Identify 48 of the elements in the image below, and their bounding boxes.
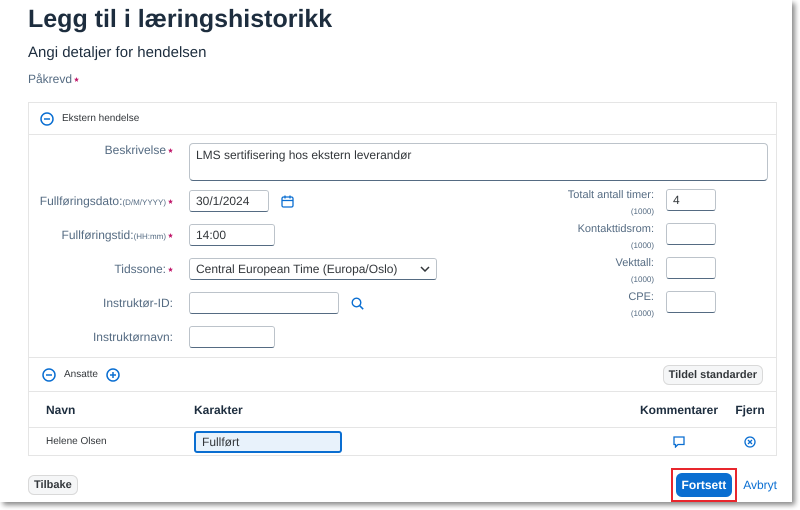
field-label: Instruktør-ID: (102, 296, 173, 310)
input-field[interactable] (666, 291, 716, 313)
collapse-icon[interactable] (42, 368, 56, 382)
timezone-dropdown[interactable]: Central European Time (Europa/Oslo) (189, 258, 437, 280)
column-header: Fjern (734, 402, 766, 416)
field-label: Fullføringstid:(HH:mm) (62, 228, 166, 242)
grade-field[interactable]: Fullført (194, 430, 342, 452)
input-field[interactable] (666, 223, 716, 245)
field-label: CPE: (628, 291, 654, 303)
field-hint: (1000) (630, 207, 654, 216)
field-label: Vekttall: (615, 257, 654, 269)
field-hint: (1000) (630, 275, 654, 284)
field-label: Tidssone: (114, 262, 166, 276)
chevron-down-icon (420, 266, 430, 272)
input-field[interactable]: 14:00 (189, 224, 275, 246)
required-note: Påkrevd (28, 72, 72, 86)
input-field[interactable] (189, 326, 275, 348)
field-hint: (1000) (630, 241, 654, 250)
collapse-icon[interactable] (40, 112, 54, 126)
add-icon[interactable] (106, 368, 120, 382)
input-field[interactable] (666, 257, 716, 279)
input-field[interactable]: 30/1/2024 (189, 190, 269, 212)
column-header: Navn (46, 402, 76, 416)
column-header: Karakter (194, 402, 244, 416)
section-title: Ansatte (64, 369, 98, 380)
field-hint: (1000) (630, 309, 654, 318)
page-subtitle: Angi detaljer for hendelsen (28, 44, 208, 61)
field-label: Beskrivelse (104, 143, 166, 157)
continue-button[interactable]: Fortsett (676, 473, 732, 497)
input-field[interactable] (189, 292, 339, 314)
cancel-link[interactable]: Avbryt (743, 478, 777, 492)
comment-icon[interactable] (673, 436, 685, 448)
description-field[interactable]: LMS sertifisering hos ekstern leverandør (189, 143, 768, 181)
required-icon (74, 77, 80, 82)
column-header: Kommentarer (638, 402, 720, 416)
calendar-icon[interactable] (281, 194, 294, 208)
field-label: Fullføringsdato:(D/M/YYYY) (40, 194, 166, 208)
search-icon[interactable] (351, 296, 364, 310)
assign-defaults-button[interactable]: Tildel standarder (662, 364, 763, 384)
remove-icon[interactable] (744, 436, 756, 448)
field-label: Kontakttidsrom: (578, 223, 654, 235)
back-button[interactable]: Tilbake (28, 475, 78, 495)
field-label: Instruktørnavn: (92, 330, 173, 344)
field-label: Totalt antall timer: (568, 189, 654, 201)
page-title: Legg til i læringshistorikk (28, 4, 334, 34)
input-field[interactable]: 4 (666, 189, 716, 211)
section-title: Ekstern hendelse (62, 113, 140, 124)
employee-name: Helene Olsen (46, 436, 108, 447)
